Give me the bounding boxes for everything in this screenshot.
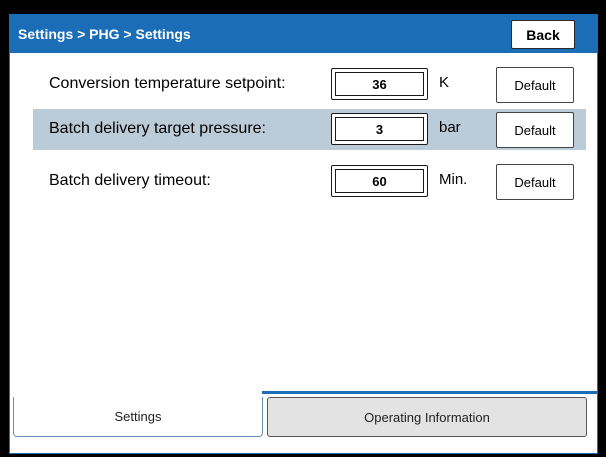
value-text: 60 xyxy=(335,169,424,193)
value-field-batch-timeout[interactable]: 60 xyxy=(331,165,428,197)
value-field-batch-pressure[interactable]: 3 xyxy=(331,113,428,145)
setting-row-batch-timeout: Batch delivery timeout: 60 Min. Default xyxy=(33,161,586,202)
tab-bar: Settings Operating Information xyxy=(10,391,597,453)
default-button-batch-timeout[interactable]: Default xyxy=(496,164,574,200)
default-button-conversion-temperature[interactable]: Default xyxy=(496,67,574,103)
default-button-batch-pressure[interactable]: Default xyxy=(496,112,574,148)
device-frame: Settings > PHG > Settings Back Conversio… xyxy=(0,0,606,457)
title-bar: Settings > PHG > Settings Back xyxy=(10,15,597,53)
setting-label: Batch delivery timeout: xyxy=(49,172,211,189)
back-button[interactable]: Back xyxy=(511,20,575,49)
unit-label: Min. xyxy=(439,171,468,188)
tab-operating-information[interactable]: Operating Information xyxy=(267,397,587,437)
unit-label: bar xyxy=(439,119,461,136)
value-text: 3 xyxy=(335,117,424,141)
hmi-screen: Settings > PHG > Settings Back Conversio… xyxy=(9,14,598,454)
tab-settings[interactable]: Settings xyxy=(13,397,263,437)
setting-label: Conversion temperature setpoint: xyxy=(49,75,286,92)
setting-label: Batch delivery target pressure: xyxy=(49,120,266,137)
value-field-conversion-temperature[interactable]: 36 xyxy=(331,68,428,100)
setting-row-conversion-temperature: Conversion temperature setpoint: 36 K De… xyxy=(33,64,586,105)
breadcrumb: Settings > PHG > Settings xyxy=(18,26,191,42)
value-text: 36 xyxy=(335,72,424,96)
setting-row-batch-pressure: Batch delivery target pressure: 3 bar De… xyxy=(33,109,586,150)
tab-divider-line xyxy=(262,391,597,394)
unit-label: K xyxy=(439,74,450,91)
